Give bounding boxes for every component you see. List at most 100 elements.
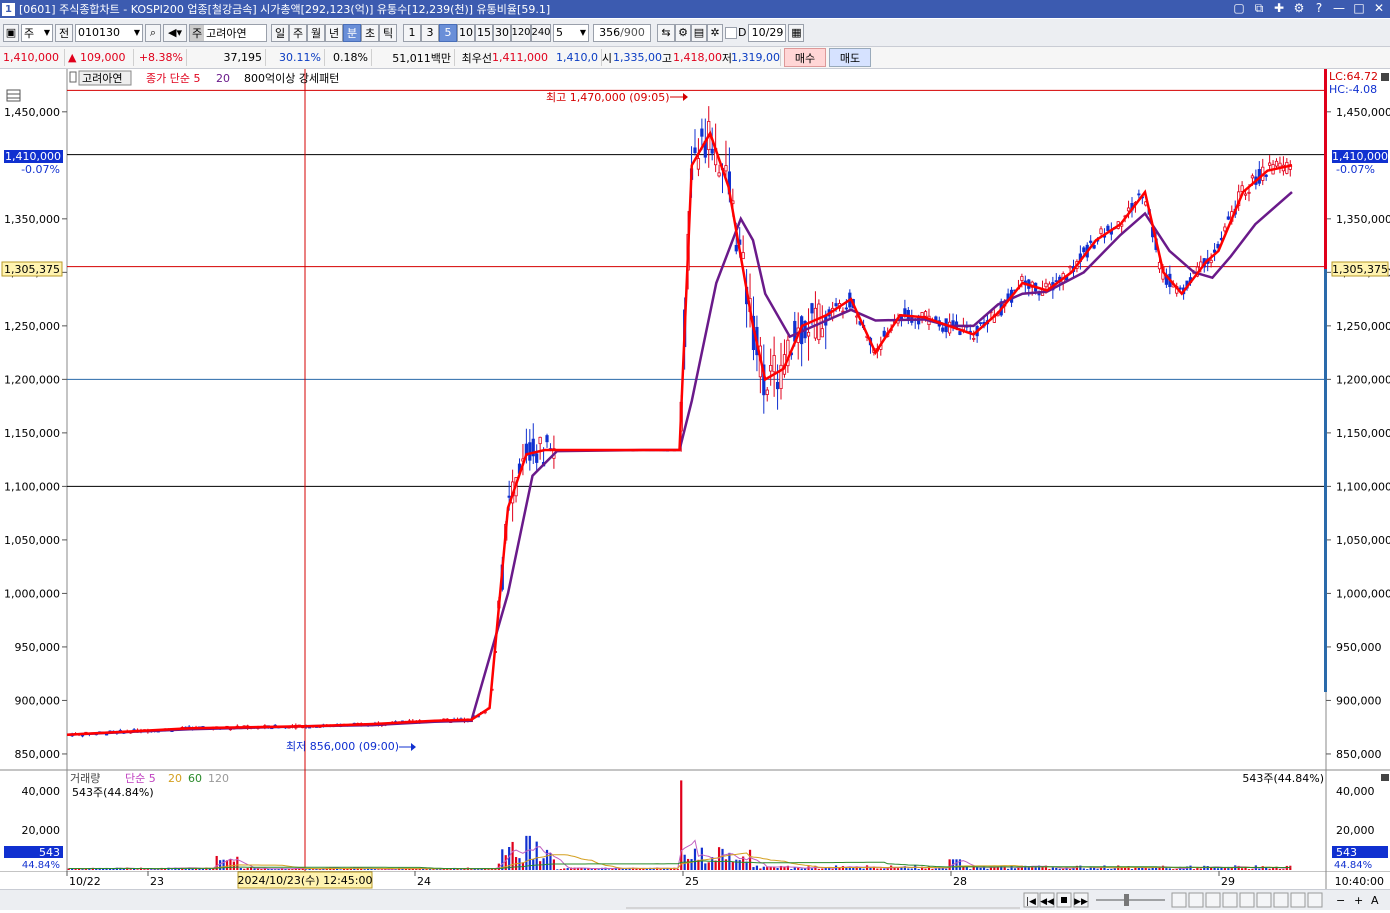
right-tick-label: 1,100,000 — [1336, 480, 1390, 493]
candle-body — [813, 307, 818, 339]
period-second[interactable]: 초 — [361, 23, 379, 42]
x-label-1022: 10/22 — [69, 875, 101, 888]
volume-bar — [1220, 867, 1223, 870]
period-tick[interactable]: 틱 — [379, 23, 397, 42]
volume-tag-right-text: 543 — [1336, 846, 1357, 859]
help-icon[interactable]: ? — [1312, 1, 1326, 16]
volume-bar — [311, 869, 315, 870]
volume-bar — [1210, 868, 1213, 870]
volume-bar — [1003, 867, 1006, 870]
calendar-icon[interactable]: ▦ — [788, 23, 805, 42]
interval-input[interactable]: 5 ▼ — [553, 23, 589, 42]
volume-bar — [477, 869, 480, 870]
period-month[interactable]: 월 — [307, 23, 325, 42]
stop-icon — [1056, 892, 1072, 908]
close-icon[interactable]: ✕ — [1372, 1, 1386, 16]
volume-bar — [576, 868, 580, 870]
interval-30[interactable]: 30 — [493, 23, 511, 42]
sound-icon[interactable]: ◀▾ — [163, 23, 187, 42]
tile-icon[interactable]: ⧉ — [1252, 1, 1266, 16]
chart-area[interactable]: 1,450,0001,350,0001,300,0001,250,0001,20… — [0, 69, 1390, 871]
volume-bar — [841, 866, 845, 870]
restore-layout-icon[interactable]: ▢ — [1232, 1, 1246, 16]
candle-body — [958, 331, 962, 335]
interval-3[interactable]: 3 — [421, 23, 439, 42]
volume-bar — [95, 868, 98, 870]
compare-icon[interactable]: ⇆ — [657, 23, 675, 42]
pin-icon[interactable]: ✚ — [1272, 1, 1286, 16]
volume-bar — [539, 861, 542, 870]
layout-icon[interactable]: ▣ — [3, 23, 19, 42]
settings-icon[interactable]: ✲ — [707, 23, 723, 42]
interval-10[interactable]: 10 — [457, 23, 475, 42]
market-select[interactable]: 주 ▼ — [21, 23, 53, 42]
period-year[interactable]: 년 — [325, 23, 343, 42]
minimize-icon[interactable]: — — [1332, 1, 1346, 16]
date-field[interactable]: 10/29 — [748, 23, 787, 42]
count-field[interactable]: 356/900 — [593, 23, 651, 42]
period-minute[interactable]: 분 — [343, 23, 361, 42]
candle-body — [1106, 225, 1110, 231]
candle-body — [1089, 240, 1093, 243]
candle-body — [1209, 259, 1213, 264]
volume-bar — [755, 865, 759, 870]
interval-15[interactable]: 15 — [475, 23, 493, 42]
volume-bar — [790, 869, 793, 870]
period-week[interactable]: 주 — [289, 23, 307, 42]
volume-bar — [862, 868, 865, 870]
buy-button[interactable]: 매수 — [784, 48, 826, 67]
prev-button[interactable]: 전 — [55, 23, 73, 42]
volume-bar — [607, 869, 611, 870]
volume-bar — [339, 869, 342, 870]
candle-body — [834, 303, 838, 307]
stock-name-field[interactable]: 주 고려아연 — [189, 23, 267, 42]
svg-text:◀◀: ◀◀ — [1040, 897, 1054, 907]
volume-bar — [934, 868, 937, 870]
volume-bar — [676, 868, 679, 870]
volume-bar — [470, 869, 473, 870]
volume-bar — [305, 869, 308, 870]
volume-bar — [638, 868, 642, 870]
candle-body — [810, 303, 814, 314]
legend-pattern: 800억이상 강세패턴 — [244, 72, 339, 85]
candle-body — [769, 365, 773, 372]
volume-tick-40000-left: 40,000 — [22, 785, 61, 798]
volume-bar — [752, 867, 755, 870]
volume-bar — [143, 869, 146, 870]
volume-bar — [810, 868, 814, 870]
volume-bar — [659, 869, 662, 870]
candle-body — [700, 128, 704, 137]
svg-text:|◀: |◀ — [1026, 897, 1036, 907]
right-tick-label: 1,350,000 — [1336, 213, 1390, 226]
volume-bar — [487, 869, 490, 870]
code-input[interactable]: 010130 ▼ — [75, 23, 143, 42]
period-day[interactable]: 일 — [271, 23, 289, 42]
interval-240[interactable]: 240 — [531, 23, 551, 42]
trade-amount: 51,011백만 — [372, 49, 455, 66]
high-annotation: 최고 1,470,000 (09:05) — [546, 91, 670, 104]
candle-body — [765, 389, 769, 395]
interval-1[interactable]: 1 — [403, 23, 421, 42]
search-icon[interactable]: ⌕ — [145, 23, 161, 42]
interval-120[interactable]: 120 — [511, 23, 531, 42]
volume-bar — [748, 849, 752, 870]
left-tick-label: 1,050,000 — [4, 534, 60, 547]
d-checkbox[interactable] — [725, 26, 737, 39]
candle-body — [1243, 193, 1248, 196]
candle-body — [1274, 160, 1279, 167]
maximize-icon[interactable]: □ — [1352, 1, 1366, 16]
interval-5[interactable]: 5 — [439, 23, 457, 42]
gear-icon[interactable]: ⚙ — [675, 23, 691, 42]
current-time: 10:40:00 — [1335, 875, 1384, 888]
save-icon[interactable]: ▤ — [691, 23, 707, 42]
scroll-next-icon: ▶▶ — [1073, 892, 1089, 908]
sell-button[interactable]: 매도 — [829, 48, 871, 67]
settings-icon[interactable]: ⚙ — [1292, 1, 1306, 16]
price-chart[interactable]: 1,450,0001,350,0001,300,0001,250,0001,20… — [0, 69, 1390, 871]
volume-bar — [645, 868, 648, 870]
d-label: D — [738, 26, 747, 39]
right-tick-label: 950,000 — [1336, 641, 1382, 654]
volume-bar — [597, 869, 600, 870]
volume-bar — [869, 867, 872, 870]
volume-bar — [1051, 867, 1054, 870]
